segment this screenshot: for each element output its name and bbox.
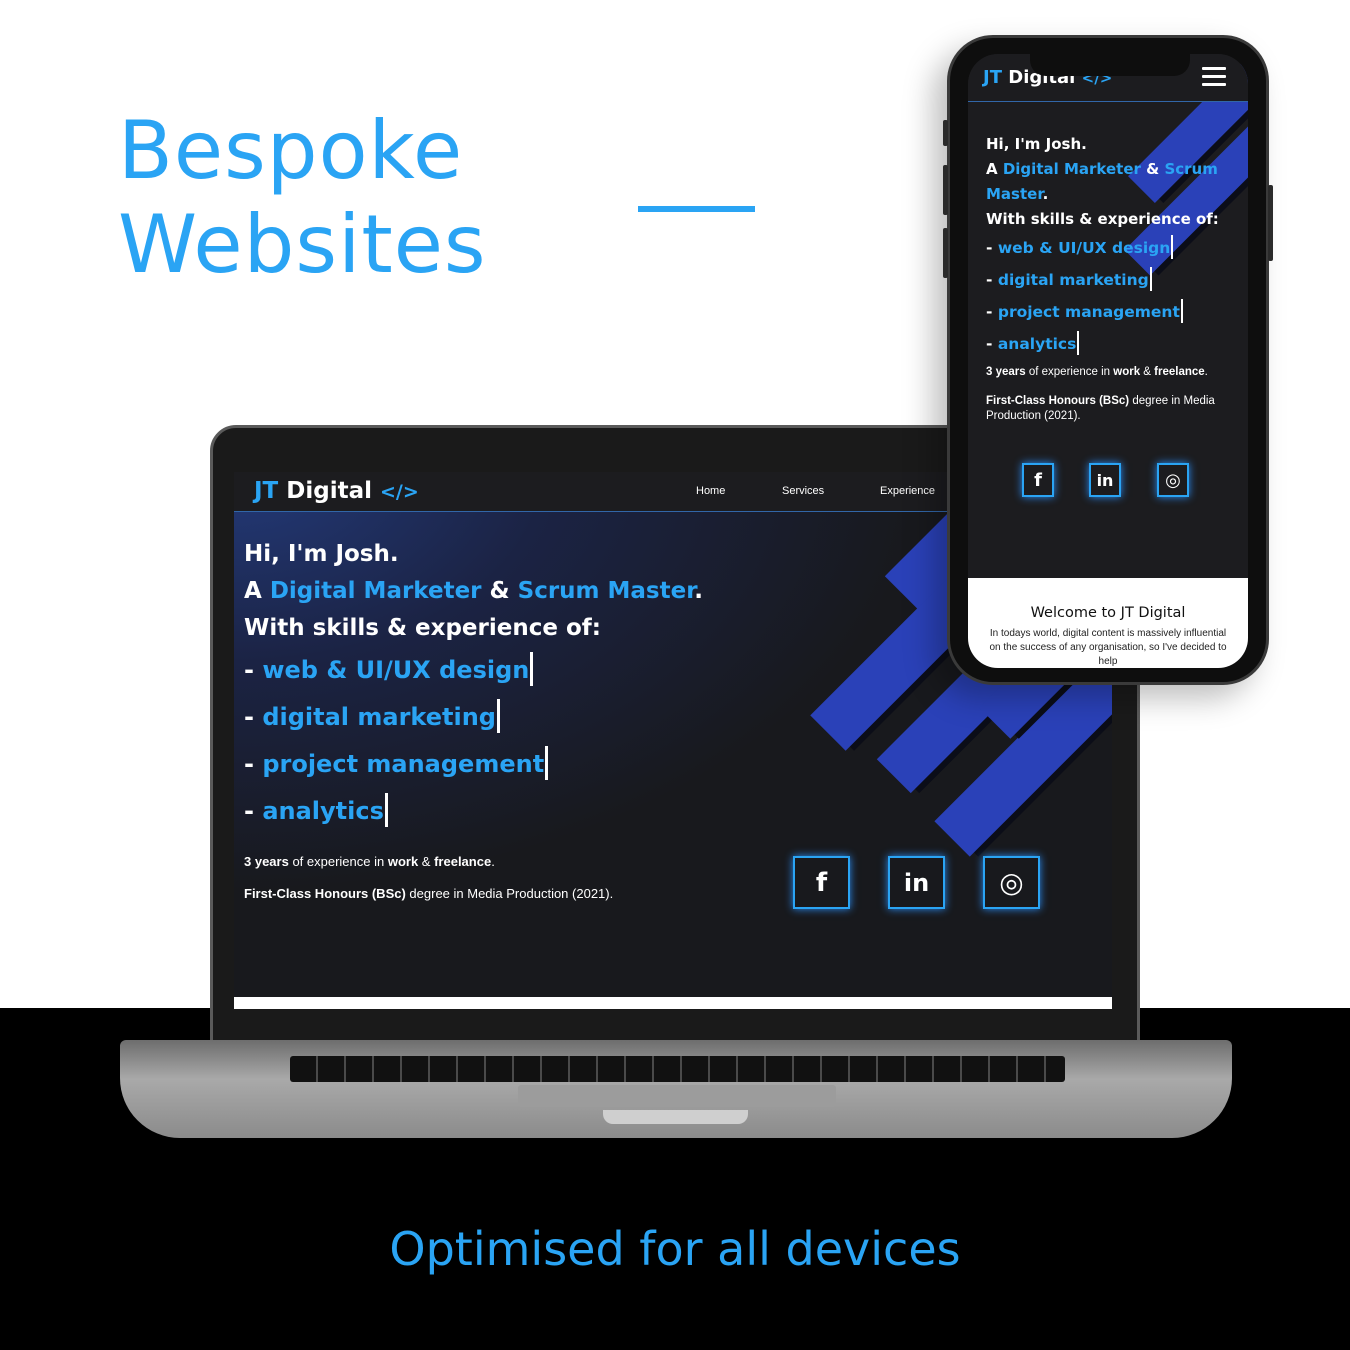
mobile-hero-role: A Digital Marketer & Scrum Master. bbox=[986, 160, 1218, 203]
logo-prefix: JT bbox=[254, 478, 279, 504]
mobile-experience-info: 3 years of experience in work & freelanc… bbox=[986, 366, 1208, 378]
logo-name: Digital bbox=[286, 478, 372, 504]
instagram-icon[interactable]: ◎ bbox=[1157, 463, 1189, 497]
logo-code-icon: </> bbox=[380, 481, 419, 503]
laptop-trackpad bbox=[518, 1085, 836, 1107]
phone-notch bbox=[1030, 54, 1190, 76]
experience-info: 3 years of experience in work & freelanc… bbox=[244, 854, 495, 869]
nav-home[interactable]: Home bbox=[696, 485, 725, 497]
mobile-skill-item: - analytics bbox=[986, 328, 1236, 360]
site-logo[interactable]: JT Digital </> bbox=[254, 478, 419, 504]
nav-experience[interactable]: Experience bbox=[880, 485, 935, 497]
mobile-skill-item: - web & UI/UX design bbox=[986, 232, 1236, 264]
mobile-hero: Hi, I'm Josh. A Digital Marketer & Scrum… bbox=[986, 132, 1236, 360]
phone-screen: JT Digital </> Hi, I'm Josh. A Digital M… bbox=[968, 54, 1248, 668]
skill-item: - digital marketing bbox=[244, 694, 703, 741]
instagram-icon[interactable]: ◎ bbox=[983, 856, 1040, 909]
hero-greeting: Hi, I'm Josh. bbox=[244, 541, 399, 567]
degree-info: First-Class Honours (BSc) degree in Medi… bbox=[244, 886, 614, 901]
facebook-icon[interactable]: f bbox=[1022, 463, 1054, 497]
section-divider bbox=[234, 997, 1112, 1009]
skill-item: - analytics bbox=[244, 788, 703, 835]
linkedin-icon[interactable]: in bbox=[1089, 463, 1121, 497]
skill-item: - project management bbox=[244, 741, 703, 788]
headline-line-1: Bespoke bbox=[118, 104, 464, 197]
phone-button bbox=[943, 165, 948, 215]
hamburger-menu-icon[interactable] bbox=[1202, 67, 1226, 87]
nav-services[interactable]: Services bbox=[782, 485, 824, 497]
welcome-text: In todays world, digital content is mass… bbox=[989, 628, 1227, 667]
accent-divider bbox=[638, 206, 755, 212]
skill-item: - web & UI/UX design bbox=[244, 647, 703, 694]
mobile-hero-greeting: Hi, I'm Josh. bbox=[986, 135, 1087, 153]
mobile-skill-item: - digital marketing bbox=[986, 264, 1236, 296]
phone-button bbox=[943, 228, 948, 278]
mobile-degree-info: First-Class Honours (BSc) degree in Medi… bbox=[986, 395, 1215, 422]
facebook-icon[interactable]: f bbox=[793, 856, 850, 909]
hero-role: A Digital Marketer & Scrum Master. bbox=[244, 578, 704, 604]
welcome-title: Welcome to JT Digital bbox=[1030, 605, 1186, 621]
laptop-notch bbox=[603, 1110, 748, 1124]
headline-line-2: Websites bbox=[118, 198, 487, 291]
linkedin-icon[interactable]: in bbox=[888, 856, 945, 909]
tagline: Optimised for all devices bbox=[389, 1222, 961, 1276]
phone-button bbox=[943, 120, 948, 146]
hero-skills-heading: With skills & experience of: bbox=[244, 615, 601, 641]
headline: Bespoke Websites bbox=[118, 104, 487, 292]
phone-button bbox=[1268, 185, 1273, 261]
welcome-section: Welcome to JT Digital In todays world, d… bbox=[968, 578, 1248, 668]
mobile-skills-heading: With skills & experience of: bbox=[986, 210, 1219, 228]
mobile-skill-item: - project management bbox=[986, 296, 1236, 328]
laptop-keyboard bbox=[290, 1056, 1065, 1082]
hero: Hi, I'm Josh. A Digital Marketer & Scrum… bbox=[244, 536, 703, 835]
